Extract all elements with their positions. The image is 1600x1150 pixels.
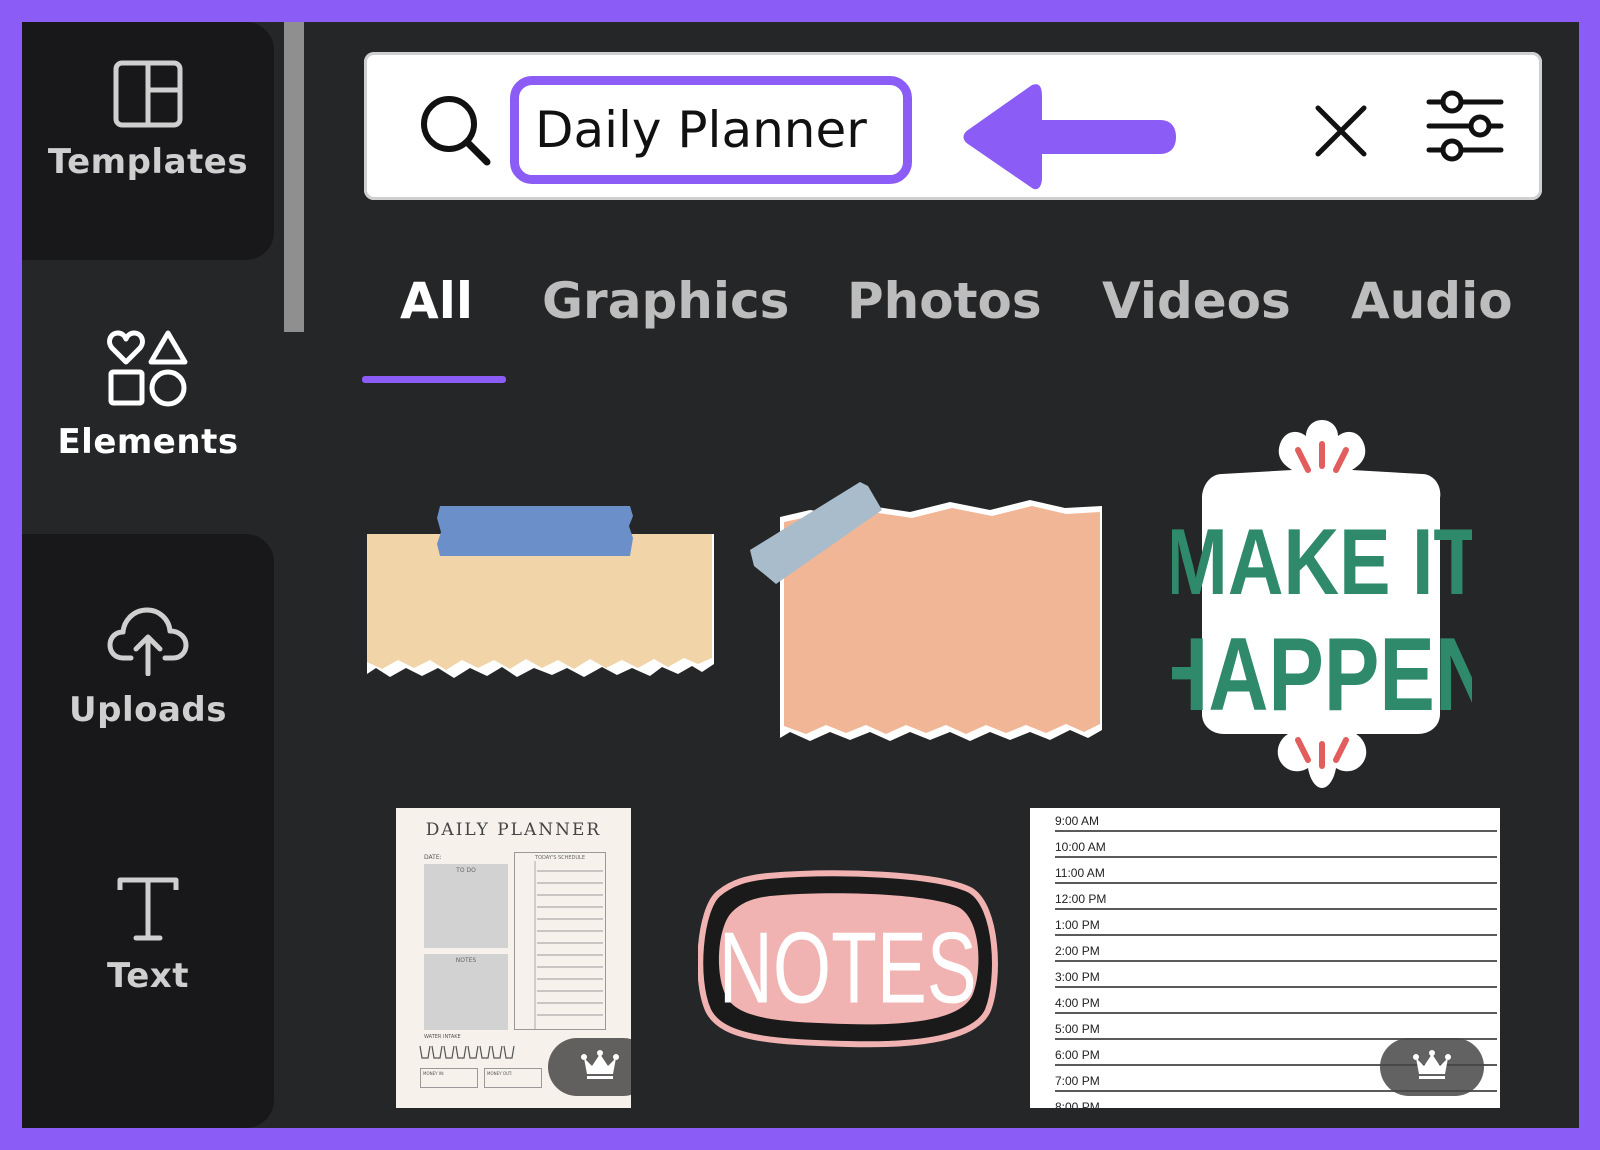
sidebar-scrollbar[interactable] [284, 22, 304, 332]
schedule-time: 12:00 PM [1055, 892, 1107, 906]
search-query-highlight [510, 76, 912, 184]
schedule-line [1055, 908, 1497, 910]
schedule-line [1055, 882, 1497, 884]
text-icon [116, 876, 180, 942]
result-notes-sticker[interactable]: NOTES [697, 870, 998, 1050]
schedule-time: 6:00 PM [1055, 1048, 1100, 1062]
torn-paper-graphic [367, 506, 714, 678]
close-icon[interactable] [1314, 104, 1368, 162]
sidebar-item-label: Text [107, 956, 189, 996]
elements-icon [107, 328, 189, 408]
sticker-badge-graphic: MAKE IT HAPPEN [1148, 420, 1495, 788]
torn-paper-graphic [750, 482, 1102, 741]
sidebar-item-uploads[interactable]: Uploads [22, 604, 274, 730]
schedule-time: 2:00 PM [1055, 944, 1100, 958]
filter-sliders-icon[interactable] [1426, 90, 1504, 166]
planner-water-label: WATER INTAKE [424, 1034, 461, 1040]
schedule-time: 1:00 PM [1055, 918, 1100, 932]
schedule-line [1055, 830, 1497, 832]
schedule-time: 3:00 PM [1055, 970, 1100, 984]
planner-date-label: DATE: [424, 854, 442, 861]
planner-todo-box: TO DO [424, 864, 508, 948]
tab-graphics[interactable]: Graphics [542, 272, 789, 330]
sticker-line-1: MAKE IT [1172, 510, 1472, 615]
tab-photos[interactable]: Photos [847, 272, 1042, 330]
sidebar-item-elements[interactable]: Elements [22, 328, 274, 498]
arrow-left-icon [962, 82, 1178, 196]
app-frame: Templates Elements Uploads Text Daily Pl… [22, 22, 1579, 1128]
schedule-time: 10:00 AM [1055, 840, 1106, 854]
schedule-line [1055, 960, 1497, 962]
planner-notes-box: NOTES [424, 954, 508, 1030]
crown-icon [580, 1050, 620, 1084]
schedule-time: 7:00 PM [1055, 1074, 1100, 1088]
schedule-line [1055, 856, 1497, 858]
water-cups-graphic [419, 1045, 515, 1059]
sidebar-item-text[interactable]: Text [22, 876, 274, 996]
premium-badge [548, 1038, 631, 1096]
result-daily-planner-template[interactable]: DAILY PLANNER DATE: TO DO NOTES TODAY'S … [396, 808, 631, 1108]
schedule-time: 11:00 AM [1055, 866, 1105, 880]
schedule-time: 5:00 PM [1055, 1022, 1100, 1036]
result-hourly-schedule[interactable]: 9:00 AM 10:00 AM 11:00 AM 12:00 PM 1:00 … [1030, 808, 1500, 1108]
sidebar-item-label: Uploads [69, 690, 227, 730]
tab-audio[interactable]: Audio [1351, 272, 1513, 330]
tab-all[interactable]: All [400, 272, 473, 330]
planner-schedule-box: TODAY'S SCHEDULE [514, 852, 606, 1030]
schedule-line [1055, 1012, 1497, 1014]
planner-money-in: MONEY IN: [420, 1068, 478, 1088]
schedule-line [1055, 934, 1497, 936]
sticker-line-2: HAPPEN [1172, 616, 1472, 732]
planner-title: DAILY PLANNER [425, 820, 602, 840]
schedule-time: 9:00 AM [1055, 814, 1100, 828]
tab-videos[interactable]: Videos [1102, 272, 1291, 330]
notes-sticker-label: NOTES [719, 911, 977, 1023]
templates-icon [113, 60, 183, 128]
active-tab-indicator [362, 376, 506, 383]
sidebar: Templates Elements Uploads Text [22, 22, 274, 1128]
result-make-it-happen-sticker[interactable]: MAKE IT HAPPEN [1148, 414, 1495, 794]
schedule-time: 4:00 PM [1055, 996, 1100, 1010]
sidebar-item-label: Elements [57, 422, 239, 462]
notes-sticker-graphic: NOTES [697, 870, 998, 1048]
sidebar-sections-lower: Uploads Text [22, 534, 274, 1128]
planner-todo-label: TO DO [456, 867, 476, 874]
search-bar[interactable] [364, 52, 1542, 200]
premium-badge [1380, 1038, 1484, 1096]
sidebar-item-label: Templates [47, 142, 249, 182]
upload-cloud-icon [107, 604, 189, 676]
result-torn-paper-peach[interactable] [750, 462, 1110, 752]
search-input[interactable] [535, 101, 895, 159]
planner-notes-label: NOTES [455, 957, 477, 964]
schedule-time: 8:00 PM [1055, 1100, 1100, 1108]
crown-icon [1412, 1050, 1452, 1084]
planner-money-out: MONEY OUT: [484, 1068, 542, 1088]
planner-schedule-lines [534, 861, 603, 1029]
result-torn-paper-beige[interactable] [362, 502, 722, 702]
sidebar-item-templates[interactable]: Templates [22, 22, 274, 260]
search-icon[interactable] [419, 94, 491, 170]
schedule-line [1055, 986, 1497, 988]
